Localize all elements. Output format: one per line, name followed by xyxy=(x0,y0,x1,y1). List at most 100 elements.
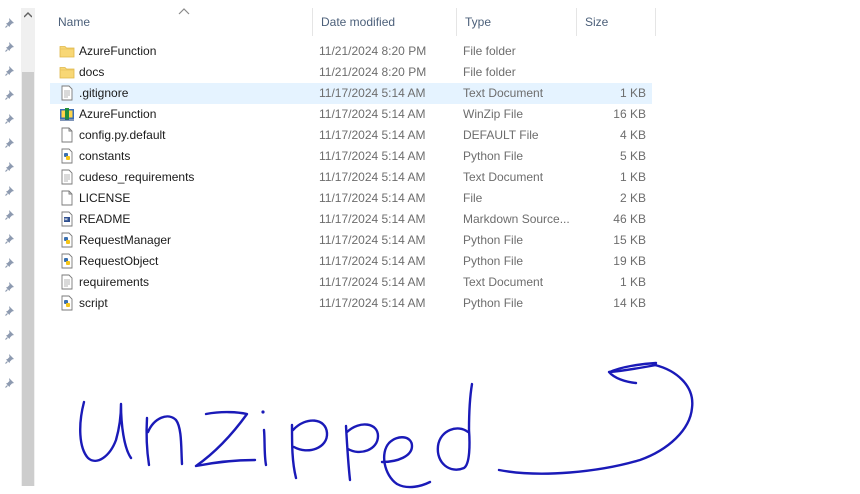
pin-icon[interactable] xyxy=(5,185,16,196)
file-date-modified: 11/17/2024 5:14 AM xyxy=(319,191,426,205)
file-type: Python File xyxy=(463,233,524,247)
file-row[interactable]: cudeso_requirements 11/17/2024 5:14 AM Tex… xyxy=(50,167,652,188)
pin-icon[interactable] xyxy=(5,257,16,268)
file-type: Markdown Source... xyxy=(463,212,570,226)
column-divider[interactable] xyxy=(655,8,656,36)
file-date-modified: 11/17/2024 5:14 AM xyxy=(319,254,426,268)
file-type: Python File xyxy=(463,296,524,310)
column-header-size[interactable]: Size xyxy=(577,8,655,36)
markdown-file-icon xyxy=(61,211,73,227)
file-size: 46 KB xyxy=(613,212,646,226)
pin-icon[interactable] xyxy=(5,305,16,316)
file-size: 1 KB xyxy=(619,86,646,100)
file-row[interactable]: .gitignore 11/17/2024 5:14 AM Text Documen… xyxy=(50,83,652,104)
folder-icon xyxy=(59,46,75,58)
file-size: 19 KB xyxy=(613,254,646,268)
file-date-modified: 11/17/2024 5:14 AM xyxy=(319,86,426,100)
text-file-icon xyxy=(61,85,73,101)
file-type: File folder xyxy=(463,65,516,79)
pin-icon[interactable] xyxy=(5,281,16,292)
file-type: File folder xyxy=(463,44,516,58)
scrollbar-thumb[interactable] xyxy=(22,72,34,486)
file-name: AzureFunction xyxy=(79,107,157,121)
file-date-modified: 11/17/2024 5:14 AM xyxy=(319,128,426,142)
file-row[interactable]: docs 11/21/2024 8:20 PM File folder xyxy=(50,62,652,83)
winzip-icon xyxy=(60,108,74,121)
python-file-icon xyxy=(61,295,73,311)
column-header-type[interactable]: Type xyxy=(457,8,576,36)
file-row[interactable]: script 11/17/2024 5:14 AM Python File 14 KB xyxy=(50,293,652,314)
file-row[interactable]: LICENSE 11/17/2024 5:14 AM File 2 KB xyxy=(50,188,652,209)
blank-file-icon xyxy=(61,127,73,143)
file-date-modified: 11/17/2024 5:14 AM xyxy=(319,275,426,289)
file-date-modified: 11/17/2024 5:14 AM xyxy=(319,296,426,310)
pin-icon[interactable] xyxy=(5,89,16,100)
file-size: 1 KB xyxy=(619,170,646,184)
pin-icon[interactable] xyxy=(5,161,16,172)
file-type: DEFAULT File xyxy=(463,128,539,142)
text-file-icon xyxy=(61,169,73,185)
file-date-modified: 11/21/2024 8:20 PM xyxy=(319,44,427,58)
file-row[interactable]: RequestObject 11/17/2024 5:14 AM Python Fi… xyxy=(50,251,652,272)
file-size: 15 KB xyxy=(613,233,646,247)
column-header-name[interactable]: Name xyxy=(50,8,312,36)
pin-icon[interactable] xyxy=(5,137,16,148)
scroll-up-arrow-icon[interactable] xyxy=(21,8,35,22)
pin-icon[interactable] xyxy=(5,233,16,244)
pin-icon[interactable] xyxy=(5,17,16,28)
file-name: config.py.default xyxy=(79,128,166,142)
file-row[interactable]: AzureFunction 11/17/2024 5:14 AM WinZip Fi… xyxy=(50,104,652,125)
pin-icon[interactable] xyxy=(5,353,16,364)
file-type: Python File xyxy=(463,149,524,163)
file-row[interactable]: config.py.default 11/17/2024 5:14 AM DEFAU… xyxy=(50,125,652,146)
file-size: 4 KB xyxy=(619,128,646,142)
file-row[interactable]: README 11/17/2024 5:14 AM Markdown Source.… xyxy=(50,209,652,230)
vertical-scrollbar[interactable] xyxy=(21,8,35,486)
pin-icon[interactable] xyxy=(5,377,16,388)
python-file-icon xyxy=(61,253,73,269)
file-date-modified: 11/21/2024 8:20 PM xyxy=(319,65,427,79)
file-type: WinZip File xyxy=(463,107,524,121)
file-row[interactable]: constants 11/17/2024 5:14 AM Python File 5 … xyxy=(50,146,652,167)
column-header-date[interactable]: Date modified xyxy=(313,8,456,36)
file-type: Text Document xyxy=(463,86,544,100)
file-type: Python File xyxy=(463,254,524,268)
file-name: constants xyxy=(79,149,131,163)
file-size: 5 KB xyxy=(619,149,646,163)
column-header-row: Name Date modified Type Size xyxy=(50,8,656,36)
python-file-icon xyxy=(61,148,73,164)
quick-access-pin-strip xyxy=(0,0,20,494)
file-row[interactable]: RequestManager 11/17/2024 5:14 AM Python F… xyxy=(50,230,652,251)
file-date-modified: 11/17/2024 5:14 AM xyxy=(319,212,426,226)
text-file-icon xyxy=(61,274,73,290)
file-name: RequestObject xyxy=(79,254,159,268)
file-name: RequestManager xyxy=(79,233,172,247)
file-size: 2 KB xyxy=(619,191,646,205)
python-file-icon xyxy=(61,232,73,248)
pin-icon[interactable] xyxy=(5,41,16,52)
file-name: .gitignore xyxy=(79,86,129,100)
file-name: cudeso_requirements xyxy=(79,170,195,184)
file-size: 16 KB xyxy=(613,107,646,121)
pin-icon[interactable] xyxy=(5,65,16,76)
file-type: File xyxy=(463,191,483,205)
file-type: Text Document xyxy=(463,170,544,184)
file-row[interactable]: requirements 11/17/2024 5:14 AM Text Docum… xyxy=(50,272,652,293)
pin-icon[interactable] xyxy=(5,113,16,124)
file-type: Text Document xyxy=(463,275,544,289)
file-name: docs xyxy=(79,65,105,79)
pin-icon[interactable] xyxy=(5,329,16,340)
folder-icon xyxy=(59,67,75,79)
file-row[interactable]: AzureFunction 11/21/2024 8:20 PM File fold… xyxy=(50,41,652,62)
file-date-modified: 11/17/2024 5:14 AM xyxy=(319,107,426,121)
pin-icon[interactable] xyxy=(5,209,16,220)
blank-file-icon xyxy=(61,190,73,206)
file-name: requirements xyxy=(79,275,150,289)
file-size: 1 KB xyxy=(619,275,646,289)
file-date-modified: 11/17/2024 5:14 AM xyxy=(319,233,426,247)
file-size: 14 KB xyxy=(613,296,646,310)
file-date-modified: 11/17/2024 5:14 AM xyxy=(319,149,426,163)
file-list: AzureFunction 11/21/2024 8:20 PM File fold… xyxy=(50,41,656,314)
file-name: README xyxy=(79,212,131,226)
file-name: script xyxy=(79,296,108,310)
